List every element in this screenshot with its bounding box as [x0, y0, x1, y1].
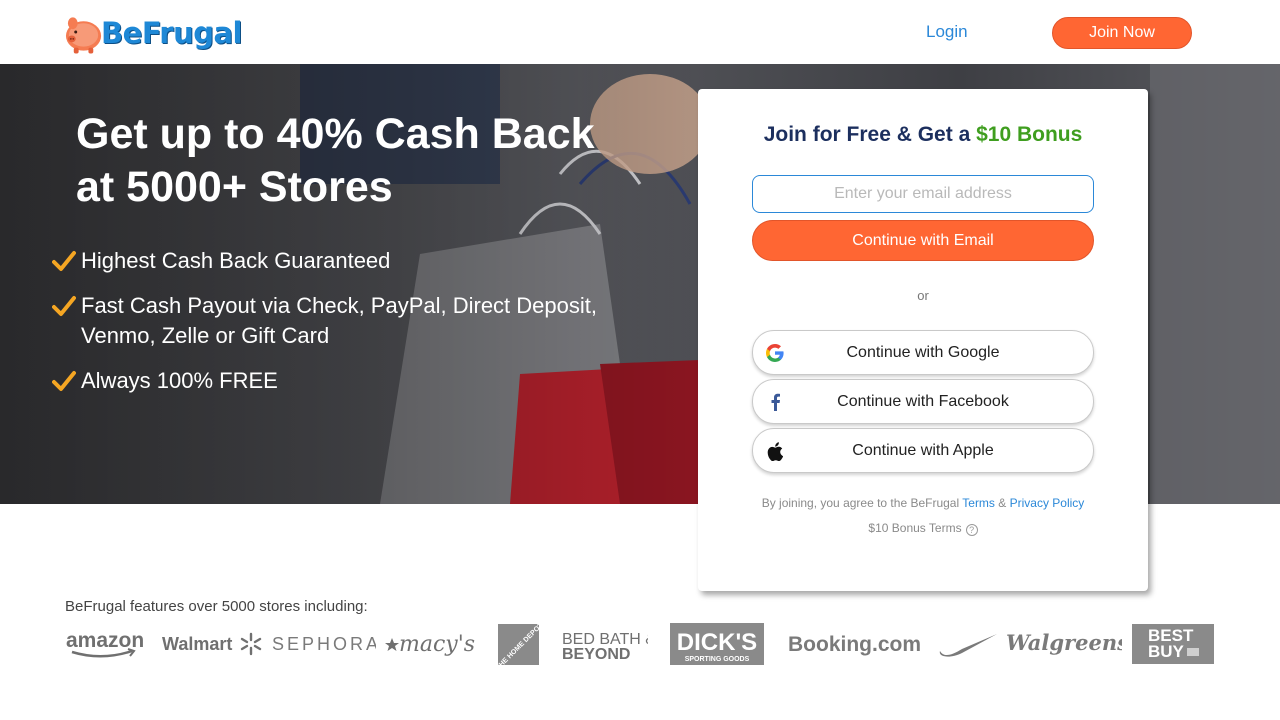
- bed-bath-beyond-logo[interactable]: BED BATH & BEYOND: [562, 620, 648, 668]
- check-icon: [52, 371, 76, 391]
- dicks-logo-subtext: SPORTING GOODS: [685, 656, 750, 663]
- facebook-button-label: Continue with Facebook: [837, 392, 1009, 410]
- sephora-logo[interactable]: SEPHORA: [272, 620, 376, 668]
- befrugal-logo[interactable]: BeFrugal: [64, 6, 242, 60]
- signup-title: Join for Free & Get a $10 Bonus: [698, 123, 1148, 147]
- walgreens-logo[interactable]: Walgreens: [1006, 620, 1122, 668]
- home-depot-logo[interactable]: THE HOME DEPOT: [498, 620, 540, 668]
- continue-with-email-button[interactable]: Continue with Email: [752, 220, 1094, 261]
- amazon-logo[interactable]: amazon: [66, 620, 146, 668]
- login-link[interactable]: Login: [926, 22, 968, 42]
- google-icon: [765, 343, 785, 363]
- check-icon: [52, 296, 76, 316]
- terms-ampersand: &: [994, 496, 1010, 510]
- top-header: BeFrugal Login Join Now: [0, 0, 1280, 64]
- apple-icon: [765, 441, 785, 461]
- benefit-text-continued: Venmo, Zelle or Gift Card: [81, 323, 330, 348]
- hero-headline-line-1: Get up to 40% Cash Back: [76, 110, 595, 158]
- facebook-icon: [765, 392, 785, 412]
- store-logos-row: amazon Walmart SEPHORA macy's THE HOME D…: [62, 620, 1222, 668]
- benefit-text: Always 100% FREE: [81, 368, 278, 393]
- walgreens-logo-text: Walgreens: [1006, 630, 1122, 655]
- hero-headline-line-2: at 5000+ Stores: [76, 163, 393, 211]
- bonus-amount: $10 Bonus: [976, 123, 1083, 146]
- benefit-item: Fast Cash Payout via Check, PayPal, Dire…: [52, 291, 632, 351]
- bed-bath-beyond-logo-text-2: BEYOND: [562, 646, 630, 660]
- terms-notice: By joining, you agree to the BeFrugal Te…: [698, 496, 1148, 510]
- macys-logo[interactable]: macy's: [384, 620, 476, 668]
- benefit-text: Highest Cash Back Guaranteed: [81, 248, 391, 273]
- bonus-terms[interactable]: $10 Bonus Terms?: [698, 521, 1148, 536]
- apple-button-label: Continue with Apple: [852, 441, 994, 459]
- brand-name: BeFrugal: [101, 16, 242, 50]
- piggy-bank-logo-icon: [65, 17, 102, 54]
- privacy-policy-link[interactable]: Privacy Policy: [1010, 496, 1085, 510]
- sephora-logo-text: SEPHORA: [272, 634, 376, 654]
- or-divider: or: [917, 288, 929, 303]
- continue-with-google-button[interactable]: Continue with Google: [752, 330, 1094, 375]
- signup-title-text: Join for Free & Get a: [763, 123, 977, 146]
- terms-text: By joining, you agree to the BeFrugal: [761, 496, 963, 510]
- continue-with-facebook-button[interactable]: Continue with Facebook: [752, 379, 1094, 424]
- bonus-terms-text: $10 Bonus Terms: [868, 521, 962, 535]
- booking-logo[interactable]: Booking.com: [788, 620, 928, 668]
- walmart-logo-text: Walmart: [162, 634, 232, 654]
- check-icon: [52, 251, 76, 271]
- walmart-logo[interactable]: Walmart: [162, 620, 264, 668]
- google-button-label: Continue with Google: [846, 343, 1000, 361]
- benefits-list: Highest Cash Back Guaranteed Fast Cash P…: [52, 246, 632, 411]
- benefit-text: Fast Cash Payout via Check, PayPal, Dire…: [81, 293, 597, 318]
- benefit-item: Always 100% FREE: [52, 366, 632, 396]
- continue-with-apple-button[interactable]: Continue with Apple: [752, 428, 1094, 473]
- signup-card: Join for Free & Get a $10 Bonus Continue…: [698, 89, 1148, 591]
- macys-logo-text: macy's: [399, 632, 475, 657]
- hero-headline: Get up to 40% Cash Back at 5000+ Stores: [76, 108, 636, 214]
- booking-logo-text: Booking.com: [788, 633, 921, 656]
- stores-caption: BeFrugal features over 5000 stores inclu…: [65, 598, 368, 615]
- best-buy-logo[interactable]: BEST BUY: [1132, 620, 1214, 668]
- nike-logo[interactable]: [938, 620, 1000, 668]
- dicks-sporting-goods-logo[interactable]: DICK'S SPORTING GOODS: [670, 620, 764, 668]
- terms-link[interactable]: Terms: [962, 496, 995, 510]
- join-now-button[interactable]: Join Now: [1052, 17, 1192, 49]
- email-input[interactable]: [752, 175, 1094, 213]
- help-icon[interactable]: ?: [965, 524, 978, 536]
- amazon-logo-text: amazon: [66, 629, 144, 652]
- benefit-item: Highest Cash Back Guaranteed: [52, 246, 632, 276]
- best-buy-logo-text-2: BUY: [1148, 642, 1185, 661]
- dicks-logo-text: DICK'S: [677, 629, 757, 656]
